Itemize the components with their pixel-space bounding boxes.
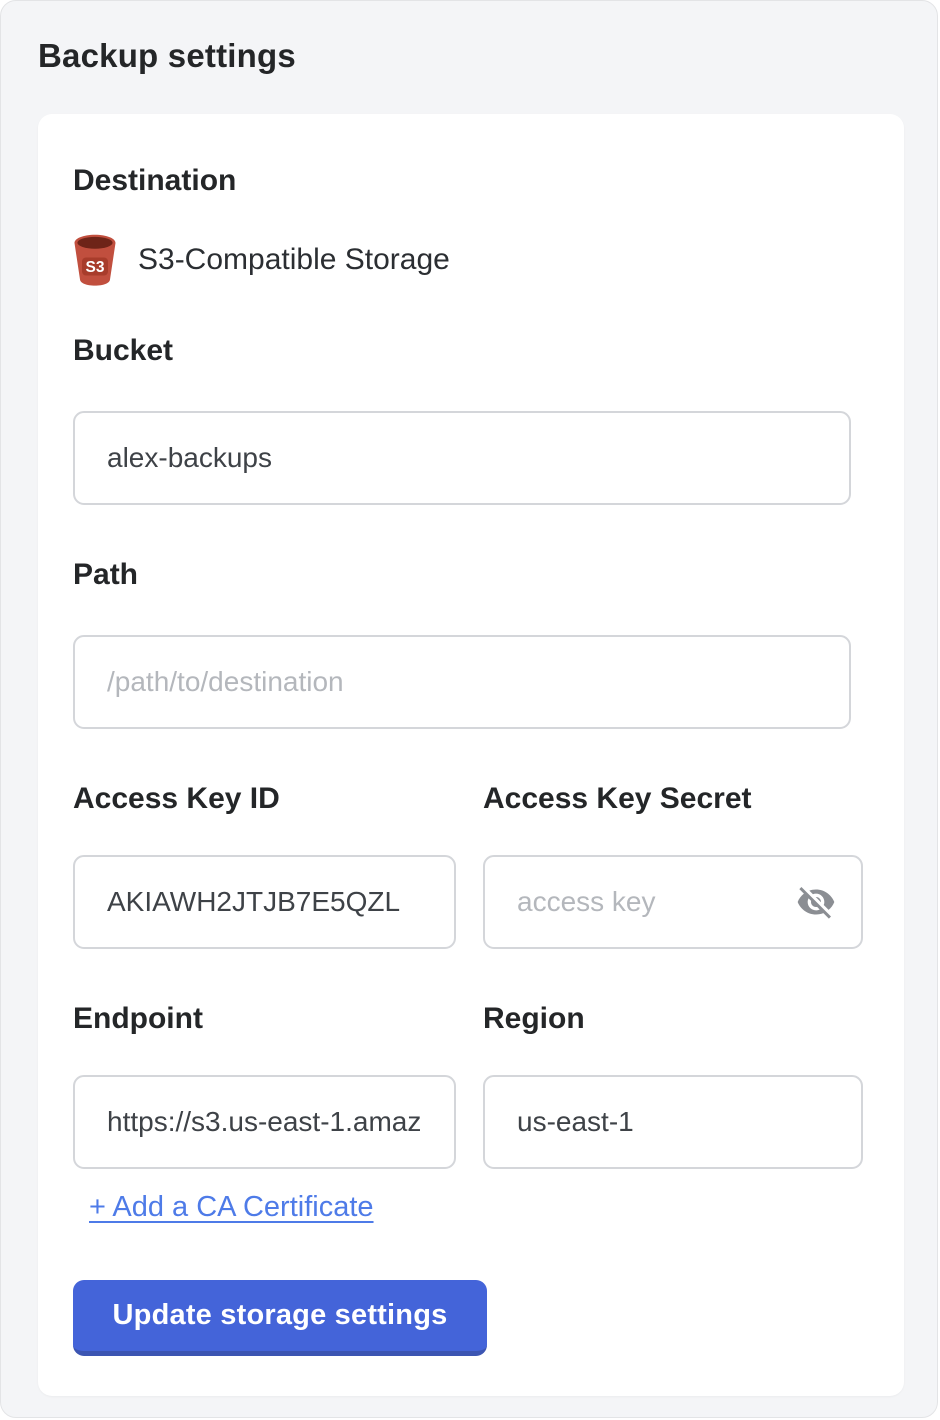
access-key-secret-field xyxy=(483,855,863,949)
bucket-input[interactable] xyxy=(73,411,851,505)
endpoint-region-inputs-row xyxy=(73,1075,869,1169)
endpoint-label: Endpoint xyxy=(73,1002,456,1036)
backup-settings-page: Backup settings Destination S3 S3-Compat… xyxy=(0,0,938,1418)
svg-text:S3: S3 xyxy=(86,259,105,276)
destination-value: S3-Compatible Storage xyxy=(138,243,450,277)
region-label: Region xyxy=(483,1002,863,1036)
s3-bucket-icon: S3 xyxy=(73,234,117,286)
endpoint-region-labels-row: Endpoint Region xyxy=(73,1002,869,1036)
access-key-secret-label: Access Key Secret xyxy=(483,782,863,816)
add-ca-certificate-link[interactable]: + Add a CA Certificate xyxy=(89,1191,374,1224)
destination-label: Destination xyxy=(73,164,869,198)
destination-value-row: S3 S3-Compatible Storage xyxy=(73,234,869,286)
storage-settings-card: Destination S3 S3-Compatible Storage Buc… xyxy=(38,114,904,1396)
bucket-label: Bucket xyxy=(73,334,869,368)
eye-off-icon[interactable] xyxy=(795,881,837,923)
update-storage-settings-button[interactable]: Update storage settings xyxy=(73,1280,487,1356)
endpoint-input[interactable] xyxy=(73,1075,456,1169)
path-label: Path xyxy=(73,558,869,592)
access-key-labels-row: Access Key ID Access Key Secret xyxy=(73,782,869,816)
path-input[interactable] xyxy=(73,635,851,729)
access-key-id-label: Access Key ID xyxy=(73,782,456,816)
access-key-id-input[interactable] xyxy=(73,855,456,949)
access-key-inputs-row xyxy=(73,855,869,949)
page-title: Backup settings xyxy=(38,37,937,75)
region-input[interactable] xyxy=(483,1075,863,1169)
